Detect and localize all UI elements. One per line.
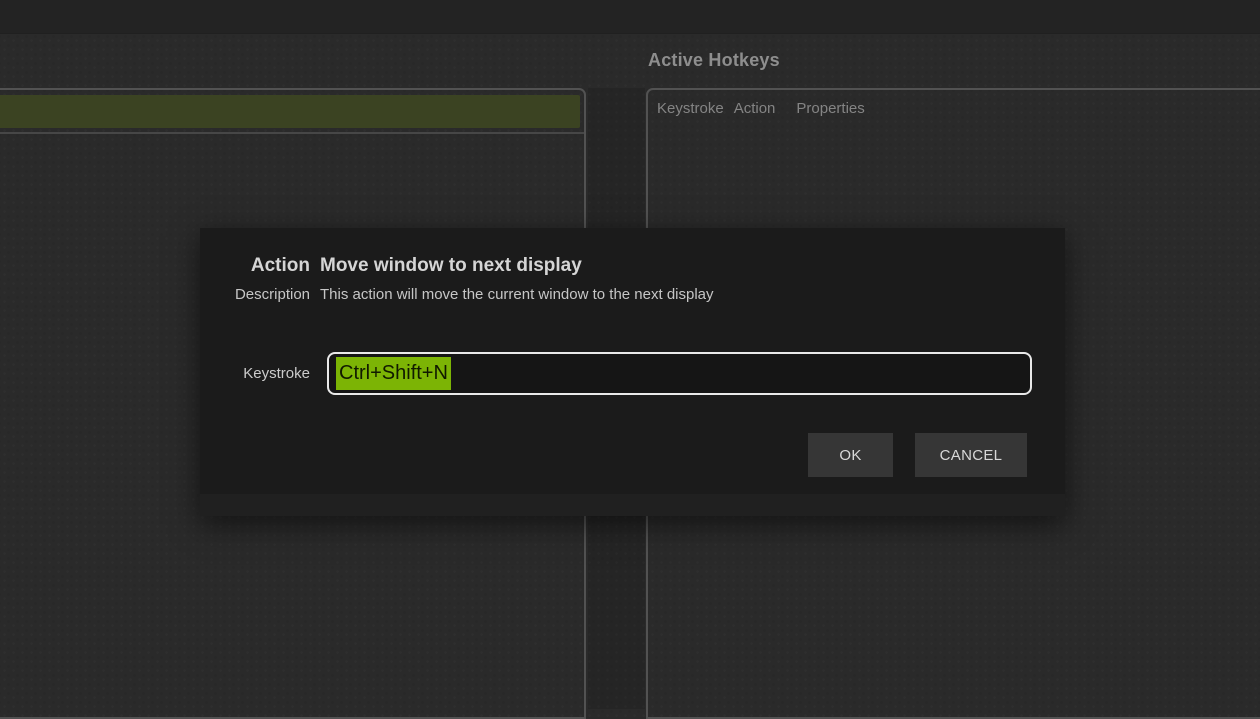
action-label: Action <box>200 253 310 278</box>
ok-button[interactable]: OK <box>808 433 893 477</box>
hotkey-edit-dialog: Action Move window to next display Descr… <box>200 228 1065 516</box>
keystroke-input[interactable]: Ctrl+Shift+N <box>327 352 1032 395</box>
action-value: Move window to next display <box>320 253 582 278</box>
cancel-button[interactable]: CANCEL <box>915 433 1027 477</box>
column-header-keystroke: Keystroke <box>657 100 724 117</box>
description-label: Description <box>200 285 310 304</box>
description-value: This action will move the current window… <box>320 285 714 304</box>
keystroke-label: Keystroke <box>200 365 310 382</box>
active-hotkeys-column-headers: Keystroke Action Properties <box>648 90 1260 117</box>
selected-action-row[interactable] <box>0 95 580 128</box>
window-titlebar <box>0 0 1260 34</box>
description-row: Description This action will move the cu… <box>200 285 1037 304</box>
action-title-row: Action Move window to next display <box>200 253 1037 278</box>
keystroke-row: Keystroke Ctrl+Shift+N <box>200 352 1037 395</box>
column-header-properties: Properties <box>796 100 864 117</box>
active-hotkeys-heading: Active Hotkeys <box>648 50 780 71</box>
list-divider <box>0 132 584 134</box>
keystroke-selected-text: Ctrl+Shift+N <box>336 357 451 390</box>
column-header-action: Action <box>734 100 776 117</box>
